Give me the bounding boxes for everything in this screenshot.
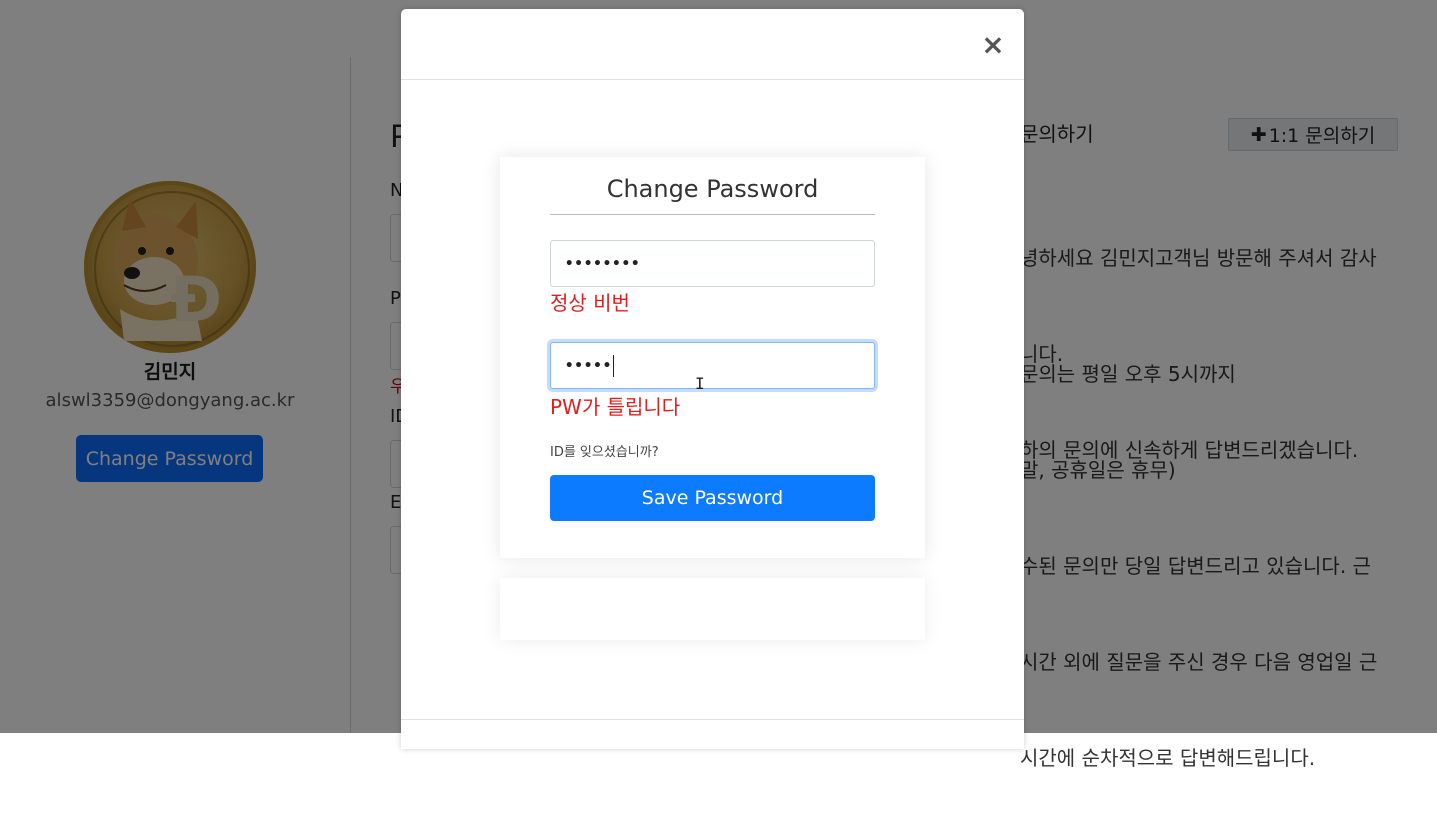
new-password-message: PW가 틀립니다 <box>550 395 681 419</box>
new-password-value: ••••• <box>565 357 613 374</box>
modal-footer-divider <box>401 719 1024 720</box>
new-password-input[interactable]: ••••• <box>550 342 875 389</box>
modal-header: × <box>401 9 1024 80</box>
inquiry-line: 시간에 순차적으로 답변해드립니다. <box>1020 746 1316 770</box>
title-divider <box>550 214 875 215</box>
forgot-id-link[interactable]: ID를 잊으셨습니까? <box>550 441 659 460</box>
change-password-card: Change Password •••••••• 정상 비번 ••••• PW가… <box>500 157 925 558</box>
save-password-button[interactable]: Save Password <box>550 475 875 521</box>
current-password-message: 정상 비번 <box>550 291 630 315</box>
modal-title: Change Password <box>606 175 819 203</box>
secondary-card <box>500 578 925 640</box>
text-caret <box>613 354 615 377</box>
current-password-value: •••••••• <box>565 255 641 272</box>
close-icon[interactable]: × <box>979 31 1007 59</box>
current-password-input[interactable]: •••••••• <box>550 240 875 287</box>
change-password-modal: × Change Password •••••••• 정상 비번 ••••• P… <box>401 9 1024 749</box>
text-cursor-icon: I <box>695 374 705 393</box>
